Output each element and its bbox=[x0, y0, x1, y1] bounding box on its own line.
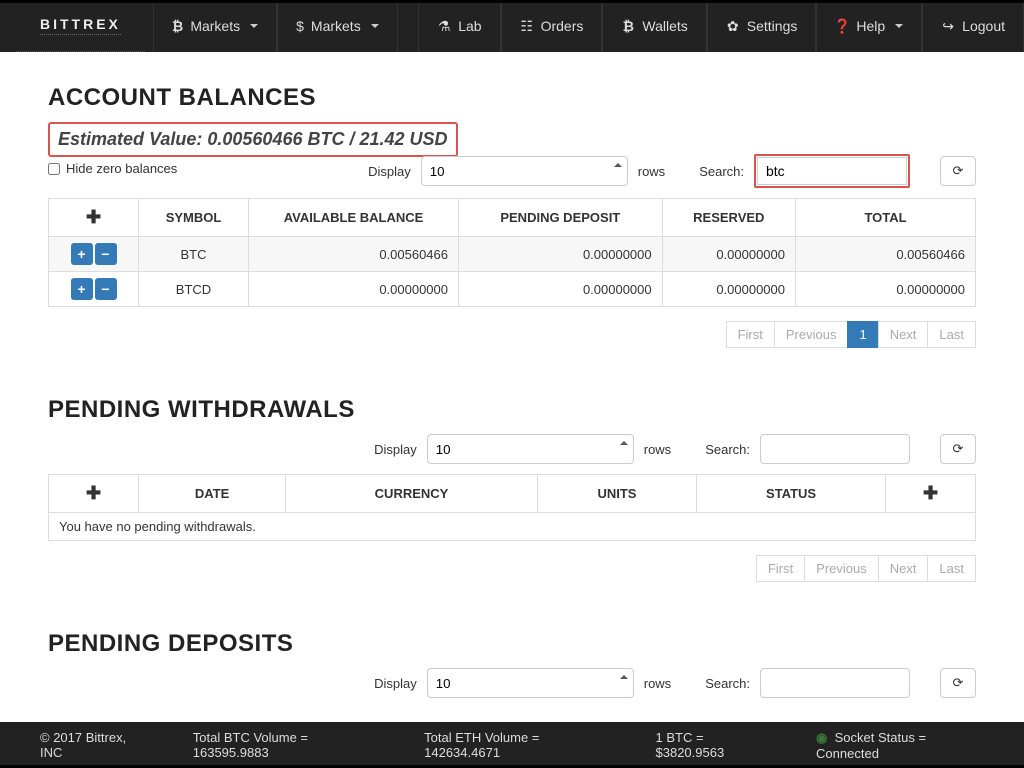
col-available[interactable]: AVAILABLE BALANCE bbox=[249, 199, 459, 237]
balances-table: ✚ SYMBOL AVAILABLE BALANCE PENDING DEPOS… bbox=[48, 198, 976, 307]
deposits-title: PENDING DEPOSITS bbox=[48, 630, 976, 658]
rows-label: rows bbox=[638, 164, 665, 179]
deposit-button[interactable]: + bbox=[71, 243, 93, 265]
nav-usd-markets[interactable]: $Markets bbox=[277, 0, 398, 52]
page-top-border bbox=[0, 0, 1024, 3]
balances-search-input[interactable] bbox=[757, 157, 907, 185]
symbol-cell[interactable]: BTCD bbox=[139, 272, 249, 307]
withdrawals-search-input[interactable] bbox=[760, 434, 910, 464]
rows-label: rows bbox=[644, 676, 671, 691]
footer-btc-volume: Total BTC Volume = 163595.9883 bbox=[193, 730, 378, 760]
col-symbol[interactable]: SYMBOL bbox=[139, 199, 249, 237]
col-reserved[interactable]: RESERVED bbox=[662, 199, 795, 237]
expand-header[interactable]: ✚ bbox=[923, 483, 938, 503]
nav-wallets[interactable]: ₿Wallets bbox=[602, 0, 706, 52]
balances-title: ACCOUNT BALANCES bbox=[48, 84, 976, 112]
available-cell: 0.00000000 bbox=[249, 272, 459, 307]
symbol-cell: BTC bbox=[139, 237, 249, 272]
search-label: Search: bbox=[705, 676, 750, 691]
withdrawals-title: PENDING WITHDRAWALS bbox=[48, 396, 976, 424]
withdraw-button[interactable]: − bbox=[95, 243, 117, 265]
brand-logo[interactable]: BITTREX bbox=[16, 0, 145, 52]
calendar-icon: ☷ bbox=[520, 19, 534, 33]
deposits-refresh-button[interactable]: ⟳ bbox=[940, 668, 976, 698]
deposits-search-input[interactable] bbox=[760, 668, 910, 698]
withdrawals-display-select[interactable] bbox=[427, 434, 634, 464]
rows-label: rows bbox=[644, 442, 671, 457]
pager-next[interactable]: Next bbox=[878, 555, 929, 582]
top-nav: BITTREX ₿Markets $Markets ⚗Lab ☷Orders ₿… bbox=[0, 0, 1024, 52]
display-label: Display bbox=[374, 442, 417, 457]
help-icon: ❓ bbox=[835, 19, 849, 33]
pending-cell: 0.00000000 bbox=[459, 272, 663, 307]
nav-btc-markets[interactable]: ₿Markets bbox=[153, 0, 277, 52]
nav-logout[interactable]: ↪Logout bbox=[922, 0, 1024, 52]
display-rows-select[interactable] bbox=[421, 156, 628, 186]
refresh-icon: ⟳ bbox=[953, 163, 964, 179]
nav-help[interactable]: ❓Help bbox=[816, 0, 922, 52]
withdrawals-table: ✚ DATE CURRENCY UNITS STATUS ✚ You have … bbox=[48, 474, 976, 541]
total-cell: 0.00000000 bbox=[796, 272, 976, 307]
gear-icon: ✿ bbox=[726, 19, 740, 33]
expand-all-header[interactable]: ✚ bbox=[86, 207, 101, 227]
footer-btc-rate: 1 BTC = $3820.9563 bbox=[656, 730, 771, 760]
logout-icon: ↪ bbox=[941, 19, 955, 33]
search-label: Search: bbox=[699, 164, 744, 179]
display-label: Display bbox=[368, 164, 411, 179]
footer-socket-status: ◉ Socket Status = Connected bbox=[816, 730, 984, 761]
table-row: +− BTC 0.00560466 0.00000000 0.00000000 … bbox=[49, 237, 976, 272]
pager-first[interactable]: First bbox=[726, 321, 775, 348]
deposit-button[interactable]: + bbox=[71, 278, 93, 300]
pager-next[interactable]: Next bbox=[878, 321, 929, 348]
col-units[interactable]: UNITS bbox=[537, 475, 696, 513]
search-label: Search: bbox=[705, 442, 750, 457]
chevron-down-icon bbox=[250, 24, 258, 28]
total-cell: 0.00560466 bbox=[796, 237, 976, 272]
footer-eth-volume: Total ETH Volume = 142634.4671 bbox=[424, 730, 609, 760]
pager-last[interactable]: Last bbox=[927, 555, 976, 582]
hide-zero-label: Hide zero balances bbox=[66, 161, 177, 176]
empty-message: You have no pending withdrawals. bbox=[49, 513, 976, 541]
withdrawals-pager: First Previous Next Last bbox=[48, 555, 976, 582]
pager-page-1[interactable]: 1 bbox=[847, 321, 878, 348]
table-row: +− BTCD 0.00000000 0.00000000 0.00000000… bbox=[49, 272, 976, 307]
col-pending[interactable]: PENDING DEPOSIT bbox=[459, 199, 663, 237]
chevron-down-icon bbox=[371, 24, 379, 28]
nav-lab[interactable]: ⚗Lab bbox=[418, 0, 500, 52]
nav-orders[interactable]: ☷Orders bbox=[501, 0, 603, 52]
withdraw-button[interactable]: − bbox=[95, 278, 117, 300]
footer-copyright: © 2017 Bittrex, INC bbox=[40, 730, 147, 760]
pager-prev[interactable]: Previous bbox=[804, 555, 879, 582]
reserved-cell: 0.00000000 bbox=[662, 272, 795, 307]
pager-first[interactable]: First bbox=[756, 555, 805, 582]
table-row: You have no pending withdrawals. bbox=[49, 513, 976, 541]
estimated-value: Estimated Value: 0.00560466 BTC / 21.42 … bbox=[48, 122, 458, 157]
chevron-down-icon bbox=[895, 24, 903, 28]
footer: © 2017 Bittrex, INC Total BTC Volume = 1… bbox=[0, 722, 1024, 768]
pager-prev[interactable]: Previous bbox=[774, 321, 849, 348]
nav-settings[interactable]: ✿Settings bbox=[707, 0, 817, 52]
hide-zero-checkbox[interactable] bbox=[48, 163, 60, 175]
available-cell: 0.00560466 bbox=[249, 237, 459, 272]
col-total[interactable]: TOTAL bbox=[796, 199, 976, 237]
refresh-icon: ⟳ bbox=[953, 441, 964, 457]
deposits-display-select[interactable] bbox=[427, 668, 634, 698]
reserved-cell: 0.00000000 bbox=[662, 237, 795, 272]
pending-cell: 0.00000000 bbox=[459, 237, 663, 272]
flask-icon: ⚗ bbox=[437, 19, 451, 33]
col-date[interactable]: DATE bbox=[139, 475, 286, 513]
balances-refresh-button[interactable]: ⟳ bbox=[940, 156, 976, 186]
withdrawals-refresh-button[interactable]: ⟳ bbox=[940, 434, 976, 464]
bitcoin-icon: ₿ bbox=[621, 19, 635, 33]
col-status[interactable]: STATUS bbox=[697, 475, 886, 513]
col-currency[interactable]: CURRENCY bbox=[286, 475, 538, 513]
expand-header[interactable]: ✚ bbox=[86, 483, 101, 503]
refresh-icon: ⟳ bbox=[953, 675, 964, 691]
display-label: Display bbox=[374, 676, 417, 691]
wifi-icon: ◉ bbox=[816, 730, 827, 745]
balances-pager: First Previous 1 Next Last bbox=[48, 321, 976, 348]
pager-last[interactable]: Last bbox=[927, 321, 976, 348]
